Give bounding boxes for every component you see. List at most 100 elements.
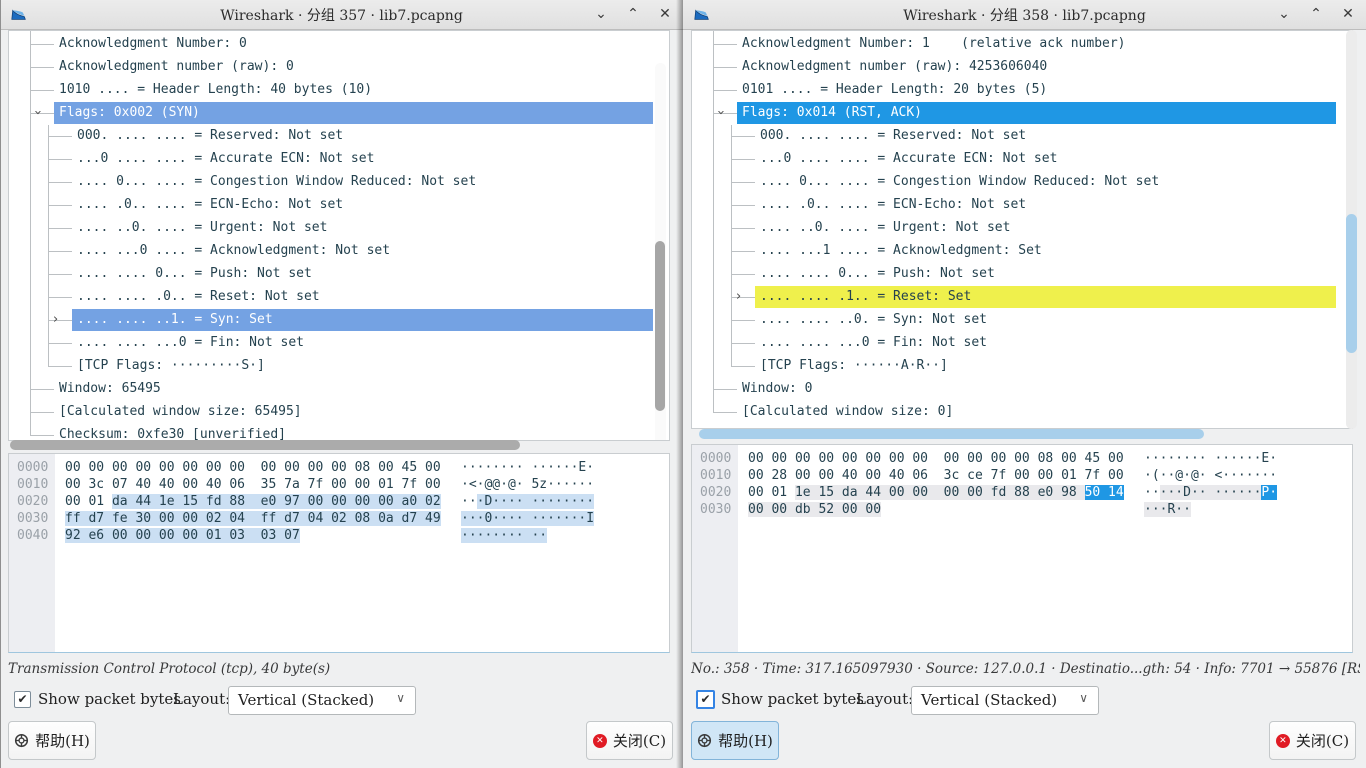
tree-row[interactable]: 000. .... .... = Reserved: Not set	[692, 125, 1336, 148]
tree-row[interactable]: Acknowledgment number (raw): 0	[9, 56, 653, 79]
tree-row[interactable]: .... .... ..0. = Syn: Not set	[692, 309, 1336, 332]
show-packet-bytes-label[interactable]: Show packet bytes	[38, 690, 181, 708]
help-button-label: 帮助(H)	[718, 730, 773, 751]
layout-combobox[interactable]: Vertical (Stacked) ∨	[228, 686, 416, 715]
status-line: No.: 358 · Time: 317.165097930 · Source:…	[691, 661, 1360, 677]
titlebar[interactable]: Wireshark · 分组 357 · lib7.pcapng ⌄⌃✕	[0, 0, 683, 30]
tree-row[interactable]: .... .... ...0 = Fin: Not set	[9, 332, 653, 355]
tree-row[interactable]: .... 0... .... = Congestion Window Reduc…	[9, 171, 653, 194]
hex-row[interactable]: 002000 01 1e 15 da 44 00 00 00 00 fd 88 …	[692, 485, 1352, 502]
expander-open-icon[interactable]: ›	[30, 110, 45, 115]
tree-horizontal-scrollbar[interactable]	[691, 429, 1347, 440]
close-button[interactable]: ✕ 关闭(C)	[1269, 721, 1356, 760]
close-button[interactable]: ✕ 关闭(C)	[586, 721, 673, 760]
layout-combobox-value: Vertical (Stacked)	[921, 691, 1057, 709]
tree-row[interactable]: [Calculated window size: 0]	[692, 401, 1336, 424]
tree-row[interactable]: .... .0.. .... = ECN-Echo: Not set	[9, 194, 653, 217]
tree-row[interactable]: [TCP Flags: ·········S·]	[9, 355, 653, 378]
tree-row[interactable]: 000. .... .... = Reserved: Not set	[9, 125, 653, 148]
tree-row[interactable]: ...0 .... .... = Accurate ECN: Not set	[692, 148, 1336, 171]
titlebar[interactable]: Wireshark · 分组 358 · lib7.pcapng ⌄⌃✕	[683, 0, 1366, 30]
help-button[interactable]: 帮助(H)	[691, 721, 779, 760]
hex-row[interactable]: 0030ff d7 fe 30 00 00 02 04 ff d7 04 02 …	[9, 511, 669, 528]
ascii-bytes: ···D···· ········	[461, 494, 594, 509]
tree-row[interactable]: .... ..0. .... = Urgent: Not set	[9, 217, 653, 240]
maximize-icon[interactable]: ⌃	[1308, 4, 1324, 24]
hex-bytes: ff d7 fe 30 00 00 02 04 ff d7 04 02 08 0…	[65, 511, 441, 526]
expander-closed-icon[interactable]: ›	[736, 289, 741, 304]
tree-vertical-scrollbar[interactable]	[655, 63, 666, 441]
show-packet-bytes-checkbox[interactable]: ✔	[696, 690, 715, 709]
tree-vertical-scrollbar[interactable]	[1346, 30, 1357, 429]
hex-row[interactable]: 003000 00 db 52 00 00···R··	[692, 502, 1352, 519]
tree-row[interactable]: ›.... .... ..1. = Syn: Set	[9, 309, 653, 332]
hex-row[interactable]: 002000 01 da 44 1e 15 fd 88 e0 97 00 00 …	[9, 494, 669, 511]
hex-row[interactable]: 000000 00 00 00 00 00 00 00 00 00 00 00 …	[9, 460, 669, 477]
tree-row[interactable]: .... 0... .... = Congestion Window Reduc…	[692, 171, 1336, 194]
tree-row[interactable]: .... .... .0.. = Reset: Not set	[9, 286, 653, 309]
expander-open-icon[interactable]: ›	[713, 110, 728, 115]
tree-row[interactable]: [Calculated window size: 65495]	[9, 401, 653, 424]
hex-row[interactable]: 004092 e6 00 00 00 00 01 03 03 07·······…	[9, 528, 669, 545]
packet-bytes-pane[interactable]: 000000 00 00 00 00 00 00 00 00 00 00 00 …	[8, 453, 670, 653]
life-buoy-icon	[697, 733, 712, 748]
tree-row[interactable]: ›Flags: 0x002 (SYN)	[9, 102, 653, 125]
hex-row[interactable]: 001000 3c 07 40 40 00 40 06 35 7a 7f 00 …	[9, 477, 669, 494]
tree-row[interactable]: 0101 .... = Header Length: 20 bytes (5)	[692, 79, 1336, 102]
tree-row[interactable]: .... ...1 .... = Acknowledgment: Set	[692, 240, 1336, 263]
hex-offset: 0030	[700, 502, 731, 517]
tree-row[interactable]: .... ...0 .... = Acknowledgment: Not set	[9, 240, 653, 263]
ascii-bytes: ···0···· ·······I	[461, 511, 594, 526]
maximize-icon[interactable]: ⌃	[625, 4, 641, 24]
hex-bytes: 00 00 db 52 00 00	[748, 502, 881, 517]
tree-row-label: Acknowledgment number (raw): 0	[59, 59, 294, 74]
help-button[interactable]: 帮助(H)	[8, 721, 96, 760]
tree-row[interactable]: .... .... 0... = Push: Not set	[692, 263, 1336, 286]
tree-row[interactable]: ...0 .... .... = Accurate ECN: Not set	[9, 148, 653, 171]
tree-row[interactable]: 1010 .... = Header Length: 40 bytes (10)	[9, 79, 653, 102]
controls-row: ✔ Show packet bytes Layout: Vertical (St…	[683, 686, 1366, 716]
ascii-bytes: ········ ··	[461, 528, 547, 543]
tree-row[interactable]: .... .... ...0 = Fin: Not set	[692, 332, 1336, 355]
scrollbar-thumb[interactable]	[699, 429, 1204, 439]
tree-row-label: .... .... ..0. = Syn: Not set	[760, 312, 987, 327]
tree-row-label: ...0 .... .... = Accurate ECN: Not set	[77, 151, 374, 166]
scrollbar-thumb[interactable]	[1346, 214, 1357, 354]
expander-closed-icon[interactable]: ›	[53, 312, 58, 327]
scrollbar-thumb[interactable]	[10, 440, 520, 450]
tree-row[interactable]: Acknowledgment Number: 1 (relative ack n…	[692, 33, 1336, 56]
tree-row[interactable]: Acknowledgment number (raw): 4253606040	[692, 56, 1336, 79]
close-icon[interactable]: ✕	[1340, 4, 1356, 24]
tree-row[interactable]: Window: 0	[692, 378, 1336, 401]
tree-row[interactable]: Window: 65495	[9, 378, 653, 401]
minimize-icon[interactable]: ⌄	[1276, 4, 1292, 24]
hex-bytes: 00 3c 07 40 40 00 40 06 35 7a 7f 00 00 0…	[65, 477, 441, 492]
hex-row[interactable]: 001000 28 00 00 40 00 40 06 3c ce 7f 00 …	[692, 468, 1352, 485]
tree-row[interactable]: ›Flags: 0x014 (RST, ACK)	[692, 102, 1336, 125]
tree-row[interactable]: Checksum: 0xfe30 [unverified]	[9, 424, 653, 440]
tree-row[interactable]: .... .... 0... = Push: Not set	[9, 263, 653, 286]
tree-row[interactable]: .... .0.. .... = ECN-Echo: Not set	[692, 194, 1336, 217]
tree-row-label: 000. .... .... = Reserved: Not set	[760, 128, 1026, 143]
ascii-bytes: ·(··@·@· <·······	[1144, 468, 1277, 483]
hex-row[interactable]: 000000 00 00 00 00 00 00 00 00 00 00 00 …	[692, 451, 1352, 468]
packet-bytes-pane[interactable]: 000000 00 00 00 00 00 00 00 00 00 00 00 …	[691, 444, 1353, 653]
scrollbar-thumb[interactable]	[655, 241, 665, 411]
tree-horizontal-scrollbar[interactable]	[8, 440, 664, 451]
tree-row-label: .... .... .0.. = Reset: Not set	[77, 289, 320, 304]
tree-row-label: .... .... ...0 = Fin: Not set	[77, 335, 304, 350]
close-icon[interactable]: ✕	[657, 4, 673, 24]
minimize-icon[interactable]: ⌄	[593, 4, 609, 24]
tree-row-label: [Calculated window size: 0]	[742, 404, 953, 419]
tree-row[interactable]: Acknowledgment Number: 0	[9, 33, 653, 56]
show-packet-bytes-label[interactable]: Show packet bytes	[721, 690, 864, 708]
tree-row-label: Acknowledgment number (raw): 4253606040	[742, 59, 1047, 74]
tree-row[interactable]: .... ..0. .... = Urgent: Not set	[692, 217, 1336, 240]
red-x-circle-icon: ✕	[1276, 734, 1290, 748]
tree-guide-line	[30, 31, 31, 436]
tree-row[interactable]: [TCP Flags: ······A·R··]	[692, 355, 1336, 378]
tree-row[interactable]: ›.... .... .1.. = Reset: Set	[692, 286, 1336, 309]
layout-combobox[interactable]: Vertical (Stacked) ∨	[911, 686, 1099, 715]
tree-row-label: ...0 .... .... = Accurate ECN: Not set	[760, 151, 1057, 166]
show-packet-bytes-checkbox[interactable]: ✔	[14, 691, 31, 708]
